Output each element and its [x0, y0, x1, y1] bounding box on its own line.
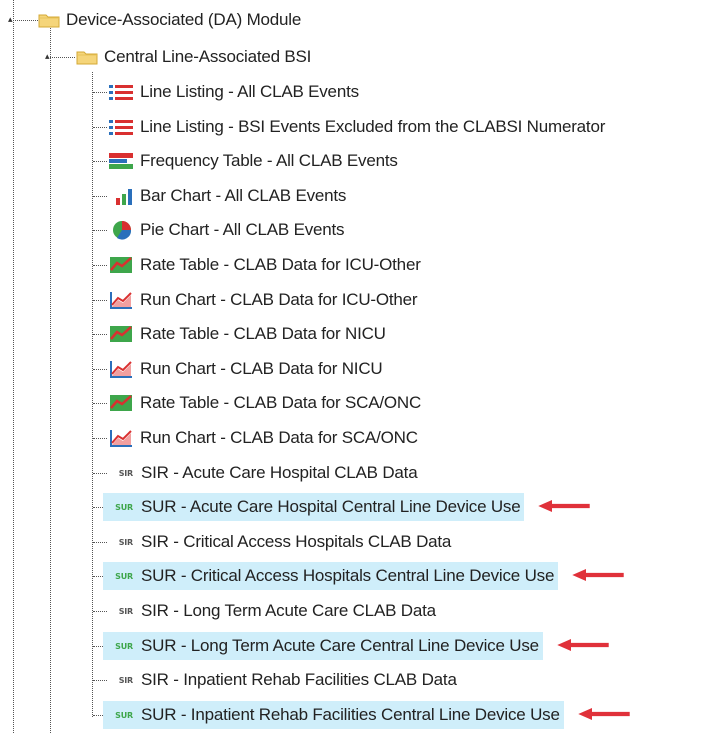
tree-node-report[interactable]: SIR SIR - Critical Access Hospitals CLAB …: [103, 528, 455, 556]
rate-table-icon: [108, 393, 134, 413]
line-listing-icon: [108, 118, 134, 136]
tree-node-report[interactable]: SUR SUR - Long Term Acute Care Central Li…: [103, 632, 543, 660]
tree-connector-line: [93, 300, 107, 301]
tree-node-report[interactable]: Rate Table - CLAB Data for NICU: [108, 320, 390, 348]
tree-node-report[interactable]: Run Chart - CLAB Data for NICU: [108, 355, 386, 383]
sur-icon: SUR: [115, 571, 133, 581]
tree-node-report[interactable]: Pie Chart - All CLAB Events: [108, 216, 348, 244]
tree-node-report[interactable]: SUR SUR - Acute Care Hospital Central Lin…: [103, 493, 525, 521]
run-chart-icon: [108, 428, 134, 448]
tree-node-label: SIR - Critical Access Hospitals CLAB Dat…: [141, 532, 452, 551]
tree-node-report[interactable]: Frequency Table - All CLAB Events: [108, 147, 402, 175]
folder-icon: [38, 12, 60, 28]
run-chart-icon: [108, 290, 134, 310]
tree-node-label: Bar Chart - All CLAB Events: [140, 186, 347, 205]
tree-connector-line: [50, 57, 75, 58]
tree-node-label: SIR - Long Term Acute Care CLAB Data: [141, 601, 436, 620]
tree-connector-line: [50, 20, 51, 733]
tree-node-label: SIR - Acute Care Hospital CLAB Data: [141, 463, 418, 482]
tree-node-label: Run Chart - CLAB Data for NICU: [140, 359, 383, 378]
rate-table-icon: [108, 255, 134, 275]
tree-node-report[interactable]: Rate Table - CLAB Data for ICU-Other: [108, 251, 425, 279]
sir-icon: SIR: [118, 468, 134, 478]
folder-icon: [76, 49, 98, 65]
tree-node-report[interactable]: Line Listing - BSI Events Excluded from …: [108, 113, 609, 141]
tree-connector-line: [92, 72, 93, 717]
tree-node-label: SIR - Inpatient Rehab Facilities CLAB Da…: [141, 670, 457, 689]
sur-icon: SUR: [115, 502, 133, 512]
tree-node-label: Rate Table - CLAB Data for SCA/ONC: [140, 393, 422, 412]
tree-connector-line: [93, 265, 107, 266]
tree-connector-line: [13, 0, 14, 733]
annotation-arrow-icon: [557, 639, 609, 651]
sir-icon: SIR: [118, 675, 134, 685]
collapse-toggle-icon[interactable]: ▴: [45, 51, 50, 61]
tree-node-label: Pie Chart - All CLAB Events: [140, 220, 345, 239]
tree-node-clabsi[interactable]: Central Line-Associated BSI: [76, 43, 315, 71]
sur-icon: SUR: [115, 710, 133, 720]
tree-node-label: SUR - Acute Care Hospital Central Line D…: [141, 497, 521, 516]
tree-node-report[interactable]: Bar Chart - All CLAB Events: [108, 182, 350, 210]
tree-node-report[interactable]: SIR SIR - Long Term Acute Care CLAB Data: [103, 597, 440, 625]
tree-node-report[interactable]: SIR SIR - Inpatient Rehab Facilities CLAB…: [103, 666, 461, 694]
line-listing-icon: [108, 83, 134, 101]
tree-connector-line: [93, 369, 107, 370]
tree-connector-line: [93, 438, 107, 439]
tree-node-report[interactable]: Rate Table - CLAB Data for SCA/ONC: [108, 389, 425, 417]
rate-table-icon: [108, 324, 134, 344]
tree-node-label: Run Chart - CLAB Data for SCA/ONC: [140, 428, 418, 447]
tree-node-label: Rate Table - CLAB Data for NICU: [140, 324, 386, 343]
tree-node-report[interactable]: SIR SIR - Acute Care Hospital CLAB Data: [103, 459, 421, 487]
pie-chart-icon: [108, 220, 134, 240]
annotation-arrow-icon: [572, 569, 624, 581]
sir-icon: SIR: [118, 606, 134, 616]
report-tree: ▴ Device-Associated (DA) Module ▴ Centra…: [0, 0, 703, 733]
annotation-arrow-icon: [538, 500, 591, 512]
tree-node-label: SUR - Critical Access Hospitals Central …: [141, 566, 555, 585]
run-chart-icon: [108, 359, 134, 379]
tree-connector-line: [93, 92, 107, 93]
tree-node-label: SUR - Long Term Acute Care Central Line …: [141, 636, 539, 655]
sir-icon: SIR: [118, 537, 134, 547]
tree-node-label: Device-Associated (DA) Module: [66, 10, 302, 29]
tree-connector-line: [93, 196, 107, 197]
tree-connector-line: [93, 403, 107, 404]
tree-connector-line: [13, 20, 38, 21]
tree-node-report[interactable]: SUR SUR - Inpatient Rehab Facilities Cent…: [103, 701, 564, 729]
tree-connector-line: [93, 230, 107, 231]
frequency-table-icon: [108, 152, 134, 170]
tree-node-label: Frequency Table - All CLAB Events: [140, 151, 398, 170]
tree-node-label: Run Chart - CLAB Data for ICU-Other: [140, 290, 418, 309]
tree-node-report[interactable]: Line Listing - All CLAB Events: [108, 78, 363, 106]
tree-node-label: Central Line-Associated BSI: [104, 47, 312, 66]
sur-icon: SUR: [115, 641, 133, 651]
collapse-toggle-icon[interactable]: ▴: [8, 14, 13, 24]
tree-node-label: Line Listing - All CLAB Events: [140, 82, 359, 101]
tree-node-da-module[interactable]: Device-Associated (DA) Module: [38, 6, 305, 34]
tree-node-report[interactable]: Run Chart - CLAB Data for ICU-Other: [108, 286, 421, 314]
tree-connector-line: [93, 161, 107, 162]
tree-node-report[interactable]: SUR SUR - Critical Access Hospitals Centr…: [103, 562, 559, 590]
tree-node-report[interactable]: Run Chart - CLAB Data for SCA/ONC: [108, 424, 422, 452]
bar-chart-icon: [108, 187, 134, 205]
tree-connector-line: [93, 127, 107, 128]
tree-connector-line: [93, 334, 107, 335]
tree-node-label: Line Listing - BSI Events Excluded from …: [140, 117, 606, 136]
annotation-arrow-icon: [578, 708, 630, 720]
tree-node-label: SUR - Inpatient Rehab Facilities Central…: [141, 705, 560, 724]
tree-node-label: Rate Table - CLAB Data for ICU-Other: [140, 255, 421, 274]
